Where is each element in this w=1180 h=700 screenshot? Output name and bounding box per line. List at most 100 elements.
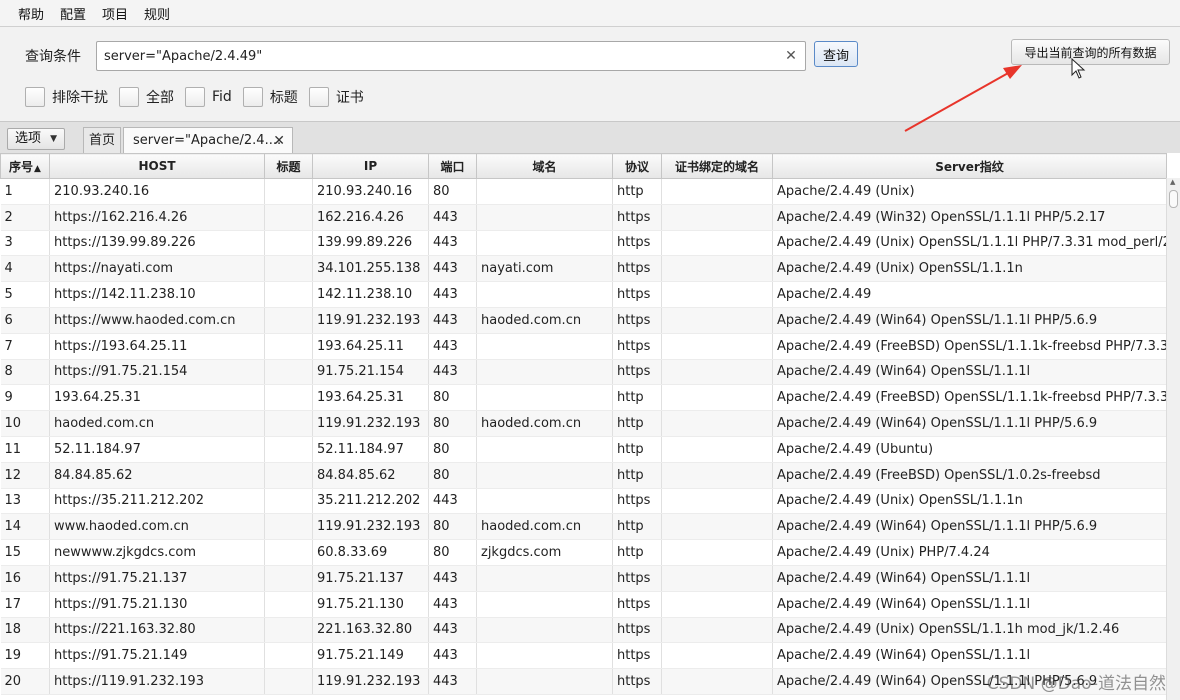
column-header-label: HOST <box>138 159 176 173</box>
column-header[interactable]: 标题 <box>264 153 313 179</box>
table-cell <box>476 668 613 695</box>
table-row[interactable]: 7 https://193.64.25.11 193.64.25.11 443 http… <box>0 333 1167 360</box>
column-header-label: 端口 <box>440 159 465 174</box>
menu-rules[interactable]: 规则 <box>136 4 178 23</box>
table-cell: https://91.75.21.137 <box>49 565 265 592</box>
table-row[interactable]: 13 https://35.211.212.202 35.211.212.202 44… <box>0 488 1167 515</box>
table-row[interactable]: 3 https://139.99.89.226 139.99.89.226 443 ht… <box>0 230 1167 257</box>
checkbox[interactable] <box>185 87 205 107</box>
checkbox[interactable] <box>242 87 263 107</box>
close-icon[interactable]: ✕ <box>783 48 799 64</box>
table-cell: 119.91.232.193 <box>312 307 429 334</box>
column-header[interactable]: IP <box>312 153 429 179</box>
checkbox[interactable] <box>308 87 329 107</box>
export-all-button[interactable]: 导出当前查询的所有数据 <box>1011 39 1170 65</box>
watermark: CSDN @Dao-道法自然 <box>986 674 1166 694</box>
query-label: 查询条件 <box>25 49 81 65</box>
checkbox[interactable] <box>25 87 45 107</box>
menu-help[interactable]: 帮助 <box>10 4 52 23</box>
table-cell <box>264 204 313 231</box>
table-row[interactable]: 18 https://221.163.32.80 221.163.32.80 443 h… <box>0 617 1167 644</box>
column-header[interactable]: 协议 <box>612 153 662 179</box>
table-cell: zjkgdcs.com <box>476 539 613 566</box>
table-row[interactable]: 16 https://91.75.21.137 91.75.21.137 443 htt… <box>0 565 1167 592</box>
table-row[interactable]: 15 newwww.zjkgdcs.com 60.8.33.69 80 zjkgdcs.… <box>0 539 1167 566</box>
table-row[interactable]: 1 210.93.240.16 210.93.240.16 80 http Apache/… <box>0 178 1167 205</box>
table-row[interactable]: 6 https://www.haoded.com.cn 119.91.232.193… <box>0 307 1167 334</box>
table-row[interactable]: 11 52.11.184.97 52.11.184.97 80 http Apache/2… <box>0 436 1167 463</box>
filter-exclude-noise[interactable]: 排除干扰 <box>25 87 108 107</box>
table-row[interactable]: 14 www.haoded.com.cn 119.91.232.193 80 haode… <box>0 513 1167 541</box>
table-cell <box>476 617 613 644</box>
table-row[interactable]: 8 https://91.75.21.154 91.75.21.154 443 http… <box>0 359 1167 386</box>
table-cell: https <box>612 617 662 644</box>
column-header[interactable]: 序号▲ <box>0 153 50 179</box>
table-cell <box>476 591 613 618</box>
column-header[interactable]: 域名 <box>476 153 613 179</box>
table-cell: 142.11.238.10 <box>312 281 429 308</box>
search-button[interactable]: 查询 <box>814 41 858 67</box>
filter-label: Fid <box>212 89 232 105</box>
scroll-thumb[interactable] <box>1169 190 1178 208</box>
options-dropdown[interactable]: 选项 ▼ <box>7 128 65 150</box>
table-cell: https <box>612 307 662 334</box>
table-row[interactable]: 9 193.64.25.31 193.64.25.31 80 http Apache/2.… <box>0 384 1167 412</box>
table-cell: https <box>612 359 662 386</box>
table-row[interactable]: 12 84.84.85.62 84.84.85.62 80 http Apache/2.4… <box>0 462 1167 489</box>
filter-all[interactable]: 全部 <box>119 87 174 107</box>
table-cell: Apache/2.4.49 (Win64) OpenSSL/1.1.1l PHP… <box>772 513 1167 541</box>
table-cell: Apache/2.4.49 (Win32) OpenSSL/1.1.1l PHP… <box>772 204 1167 231</box>
table-cell <box>264 384 313 412</box>
table-cell: Apache/2.4.49 (FreeBSD) OpenSSL/1.1.1k-f… <box>772 333 1167 360</box>
table-cell <box>264 488 313 515</box>
table-cell: Apache/2.4.49 (Win64) OpenSSL/1.1.1l PHP… <box>772 307 1167 334</box>
scroll-up-icon[interactable]: ▲ <box>1170 178 1175 186</box>
table-cell <box>264 436 313 463</box>
table-header-row: 序号▲ HOST 标题 IP 端口 域名 协议 证书绑定的域名 Server指纹 <box>0 153 1167 179</box>
table-cell <box>476 204 613 231</box>
close-icon[interactable]: ✕ <box>273 128 285 154</box>
table-cell <box>264 307 313 334</box>
table-cell: Apache/2.4.49 (Win64) OpenSSL/1.1.1l PHP… <box>772 410 1167 437</box>
table-cell: 84.84.85.62 <box>312 462 429 489</box>
menu-config[interactable]: 配置 <box>52 4 94 23</box>
table-cell: 15 <box>0 539 50 566</box>
table-cell <box>264 668 313 695</box>
column-header[interactable]: 证书绑定的域名 <box>661 153 773 179</box>
query-input[interactable] <box>97 42 777 70</box>
filter-title[interactable]: 标题 <box>242 87 298 107</box>
results-table: 序号▲ HOST 标题 IP 端口 域名 协议 证书绑定的域名 Server指纹 1 210.93… <box>0 153 1167 695</box>
tab-query-result[interactable]: server="Apache/2.4.... ✕ <box>123 127 293 154</box>
checkbox[interactable] <box>119 87 139 107</box>
table-cell: nayati.com <box>476 255 613 283</box>
table-cell: Apache/2.4.49 (Ubuntu) <box>772 436 1167 463</box>
table-cell <box>661 462 773 489</box>
filter-cert[interactable]: 证书 <box>308 87 364 107</box>
table-cell: 80 <box>428 410 477 437</box>
table-cell: 80 <box>428 178 477 205</box>
table-cell <box>264 410 313 437</box>
tab-home[interactable]: 首页 <box>83 127 121 154</box>
table-row[interactable]: 17 https://91.75.21.130 91.75.21.130 443 htt… <box>0 591 1167 618</box>
table-row[interactable]: 10 haoded.com.cn 119.91.232.193 80 haoded.co… <box>0 410 1167 437</box>
table-cell <box>264 281 313 308</box>
column-header-label: 证书绑定的域名 <box>674 159 759 174</box>
filter-label: 标题 <box>269 90 298 106</box>
table-row[interactable]: 5 https://142.11.238.10 142.11.238.10 443 ht… <box>0 281 1167 308</box>
column-header[interactable]: 端口 <box>428 153 477 179</box>
table-row[interactable]: 4 https://nayati.com 34.101.255.138 443 naya… <box>0 255 1167 283</box>
column-header[interactable]: Server指纹 <box>772 153 1167 179</box>
column-header[interactable]: HOST <box>49 153 265 179</box>
table-cell: Apache/2.4.49 (Unix) PHP/7.4.24 <box>772 539 1167 566</box>
table-row[interactable]: 19 https://91.75.21.149 91.75.21.149 443 htt… <box>0 642 1167 670</box>
filter-fid[interactable]: Fid <box>185 87 232 107</box>
table-cell: 443 <box>428 204 477 231</box>
table-cell <box>476 281 613 308</box>
table-cell: haoded.com.cn <box>476 410 613 437</box>
vertical-scrollbar[interactable]: ▲ <box>1166 178 1180 700</box>
table-cell: 17 <box>0 591 50 618</box>
menu-project[interactable]: 项目 <box>94 4 136 23</box>
table-row[interactable]: 2 https://162.216.4.26 162.216.4.26 443 http… <box>0 204 1167 231</box>
table-cell <box>264 642 313 670</box>
table-cell: 19 <box>0 642 50 670</box>
